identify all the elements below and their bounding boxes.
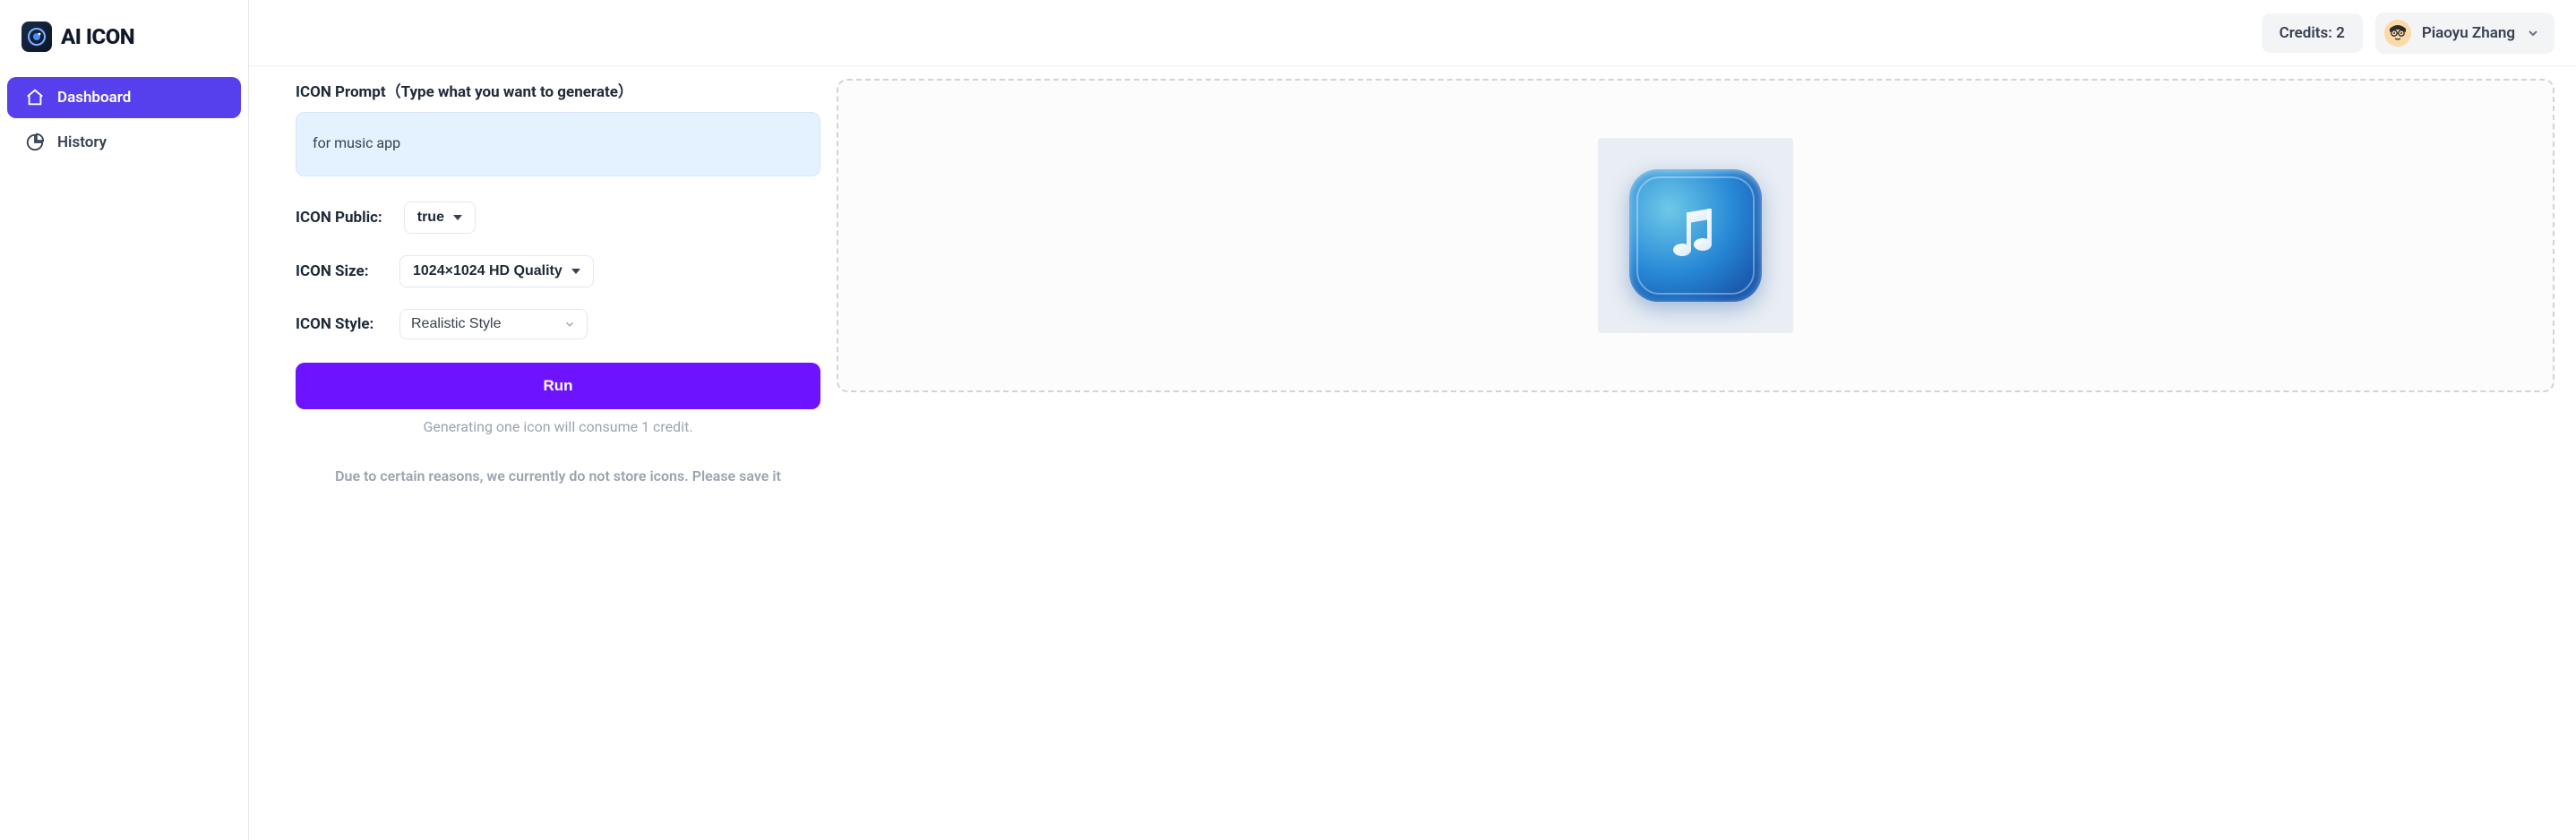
prompt-input[interactable] — [296, 112, 820, 176]
chevron-down-icon — [563, 318, 576, 330]
size-value: 1024×1024 HD Quality — [413, 263, 562, 279]
chevron-down-icon — [2526, 26, 2540, 40]
sidebar-item-label: History — [57, 133, 107, 151]
home-icon — [25, 88, 45, 107]
credit-hint: Generating one icon will consume 1 credi… — [296, 418, 820, 435]
preview-column — [837, 79, 2555, 392]
sidebar: AI ICON Dashboard — [0, 0, 249, 840]
app-logo[interactable]: AI ICON — [7, 16, 241, 70]
run-button[interactable]: Run — [296, 363, 820, 409]
credits-badge[interactable]: Credits: 2 — [2262, 13, 2363, 53]
generated-icon — [1629, 169, 1762, 302]
generated-icon-frame[interactable] — [1598, 138, 1793, 333]
sidebar-item-dashboard[interactable]: Dashboard — [7, 77, 241, 118]
caret-down-icon — [571, 269, 580, 274]
nav-list: Dashboard History — [7, 77, 241, 163]
preview-box — [837, 79, 2555, 392]
user-name: Piaoyu Zhang — [2422, 24, 2515, 42]
size-select[interactable]: 1024×1024 HD Quality — [399, 255, 594, 287]
public-value: true — [417, 210, 444, 226]
pie-icon — [25, 133, 45, 152]
prompt-label: ICON Prompt（Type what you want to genera… — [296, 79, 820, 101]
style-select[interactable]: Realistic Style — [399, 309, 588, 339]
credits-text: Credits: 2 — [2280, 24, 2345, 42]
style-label: ICON Style: — [296, 315, 378, 333]
music-note-icon — [1660, 200, 1731, 271]
public-label: ICON Public: — [296, 209, 382, 227]
size-label: ICON Size: — [296, 262, 378, 280]
header: Credits: 2 Piaoyu Zhang — [249, 0, 2576, 66]
avatar — [2384, 20, 2411, 47]
style-value: Realistic Style — [411, 316, 501, 332]
form-column: ICON Prompt（Type what you want to genera… — [296, 79, 820, 484]
user-menu[interactable]: Piaoyu Zhang — [2375, 13, 2555, 54]
app-logo-text: AI ICON — [61, 24, 134, 49]
storage-hint: Due to certain reasons, we currently do … — [296, 467, 820, 484]
caret-down-icon — [453, 215, 462, 220]
app-logo-icon — [21, 21, 52, 52]
sidebar-item-history[interactable]: History — [7, 122, 241, 163]
sidebar-item-label: Dashboard — [57, 89, 131, 107]
public-select[interactable]: true — [404, 201, 476, 234]
